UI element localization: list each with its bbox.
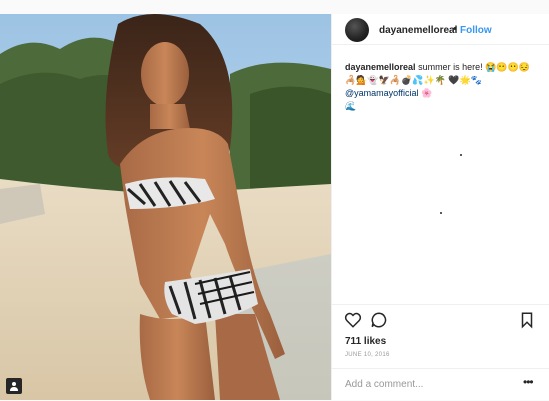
person-tag-icon[interactable] <box>6 378 22 394</box>
avatar[interactable] <box>345 18 369 42</box>
comment-bar: Add a comment... ••• <box>332 368 549 401</box>
person-glyph <box>10 382 18 391</box>
separator-dot: • <box>453 23 457 35</box>
post-photo[interactable] <box>0 14 331 400</box>
caption-text: summer is here! 😭😶😶😔 <box>418 62 530 72</box>
post-photo-image <box>0 14 331 400</box>
artifact-dot <box>440 212 442 214</box>
action-bar <box>332 304 549 329</box>
post-date: JUNE 10, 2016 <box>345 352 390 358</box>
caption: dayanemelloreal summer is here! 😭😶😶😔 🦂💁👻… <box>345 61 541 113</box>
post-sidebar: dayanemelloreal • Follow dayanemelloreal… <box>331 14 549 400</box>
top-strip <box>0 0 549 15</box>
caption-emoji-line: 🦂💁👻🦅🦂💣💦✨🌴 🖤🌟🐾 <box>345 75 482 85</box>
artifact-dot <box>460 154 462 156</box>
comment-input[interactable]: Add a comment... <box>345 379 423 390</box>
more-options-icon[interactable]: ••• <box>523 375 534 389</box>
heart-outline-icon[interactable] <box>344 311 362 329</box>
likes-count[interactable]: 711 likes <box>345 336 386 347</box>
comment-bubble-icon[interactable] <box>370 311 388 329</box>
username-link[interactable]: dayanemelloreal <box>379 25 457 36</box>
post-header: dayanemelloreal • Follow <box>332 14 549 45</box>
follow-button[interactable]: Follow <box>460 25 492 36</box>
post-card: dayanemelloreal • Follow dayanemelloreal… <box>0 14 549 400</box>
caption-tail: 🌸 <box>421 88 433 98</box>
caption-emoji-line2: 🌊 <box>345 101 357 111</box>
bookmark-icon[interactable] <box>518 311 536 329</box>
caption-username[interactable]: dayanemelloreal <box>345 62 416 72</box>
caption-mention[interactable]: @yamamayofficial <box>345 88 419 98</box>
